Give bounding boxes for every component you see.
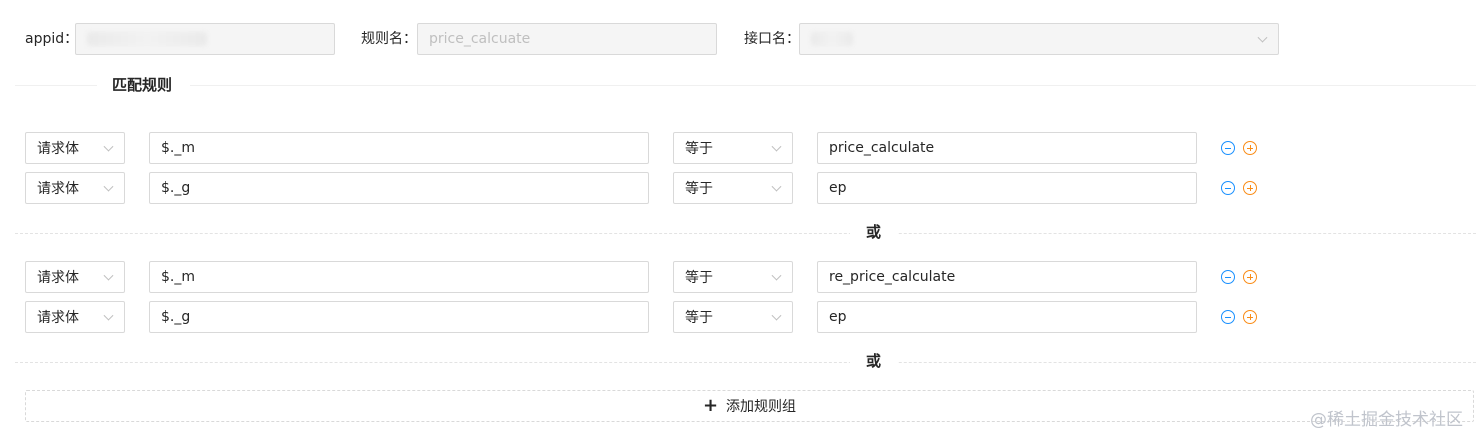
value-input-value: re_price_calculate bbox=[829, 269, 956, 285]
section-divider-left bbox=[15, 85, 97, 86]
remove-row-icon[interactable] bbox=[1221, 141, 1235, 155]
remove-row-icon[interactable] bbox=[1221, 310, 1235, 324]
operator-select-value: 等于 bbox=[685, 310, 713, 326]
source-select[interactable]: 请求体 bbox=[25, 172, 125, 204]
remove-row-icon[interactable] bbox=[1221, 181, 1235, 195]
plus-icon: + bbox=[702, 395, 719, 416]
or-divider bbox=[15, 362, 1476, 363]
or-divider bbox=[15, 233, 1476, 234]
source-select-value: 请求体 bbox=[37, 181, 79, 197]
source-select[interactable]: 请求体 bbox=[25, 301, 125, 333]
operator-select[interactable]: 等于 bbox=[673, 132, 793, 164]
or-label: 或 bbox=[850, 352, 898, 370]
section-title: 匹配规则 bbox=[112, 76, 173, 94]
source-select[interactable]: 请求体 bbox=[25, 261, 125, 293]
add-row-icon[interactable] bbox=[1243, 310, 1257, 324]
api-name-select[interactable] bbox=[799, 23, 1279, 55]
operator-select-value: 等于 bbox=[685, 181, 713, 197]
operator-select[interactable]: 等于 bbox=[673, 261, 793, 293]
source-select[interactable]: 请求体 bbox=[25, 132, 125, 164]
add-rule-group-label: 添加规则组 bbox=[726, 399, 797, 415]
path-input-value: $._g bbox=[161, 180, 191, 196]
appid-input[interactable] bbox=[75, 23, 335, 55]
path-input[interactable]: $._m bbox=[149, 261, 649, 293]
path-input-value: $._m bbox=[161, 140, 195, 156]
value-input[interactable]: ep bbox=[817, 301, 1197, 333]
source-select-value: 请求体 bbox=[37, 141, 79, 157]
value-input[interactable]: ep bbox=[817, 172, 1197, 204]
appid-label: appid： bbox=[25, 31, 79, 47]
chevron-down-icon bbox=[103, 181, 114, 192]
operator-select-value: 等于 bbox=[685, 141, 713, 157]
or-separator: 或 bbox=[850, 222, 898, 242]
path-input[interactable]: $._m bbox=[149, 132, 649, 164]
source-select-value: 请求体 bbox=[37, 270, 79, 286]
remove-row-icon[interactable] bbox=[1221, 270, 1235, 284]
operator-select[interactable]: 等于 bbox=[673, 172, 793, 204]
chevron-down-icon bbox=[771, 181, 782, 192]
rule-name-label: 规则名： bbox=[361, 31, 417, 47]
chevron-down-icon bbox=[771, 141, 782, 152]
rule-name-value: price_calcuate bbox=[429, 31, 531, 47]
watermark: @稀土掘金技术社区 bbox=[1310, 410, 1463, 430]
value-input[interactable]: price_calculate bbox=[817, 132, 1197, 164]
or-separator: 或 bbox=[850, 351, 898, 371]
path-input-value: $._g bbox=[161, 309, 191, 325]
value-input[interactable]: re_price_calculate bbox=[817, 261, 1197, 293]
chevron-down-icon bbox=[1257, 32, 1268, 43]
api-name-redacted-value bbox=[811, 32, 853, 46]
add-row-icon[interactable] bbox=[1243, 141, 1257, 155]
path-input[interactable]: $._g bbox=[149, 301, 649, 333]
add-rule-group-button[interactable]: + 添加规则组 bbox=[25, 390, 1474, 422]
section-divider-right bbox=[190, 85, 1476, 86]
appid-redacted-value bbox=[87, 32, 207, 46]
add-row-icon[interactable] bbox=[1243, 270, 1257, 284]
chevron-down-icon bbox=[771, 270, 782, 281]
add-row-icon[interactable] bbox=[1243, 181, 1257, 195]
path-input-value: $._m bbox=[161, 269, 195, 285]
path-input[interactable]: $._g bbox=[149, 172, 649, 204]
chevron-down-icon bbox=[103, 310, 114, 321]
value-input-value: ep bbox=[829, 180, 847, 196]
chevron-down-icon bbox=[103, 141, 114, 152]
operator-select[interactable]: 等于 bbox=[673, 301, 793, 333]
rule-name-input[interactable]: price_calcuate bbox=[417, 23, 717, 55]
value-input-value: price_calculate bbox=[829, 140, 935, 156]
chevron-down-icon bbox=[103, 270, 114, 281]
chevron-down-icon bbox=[771, 310, 782, 321]
value-input-value: ep bbox=[829, 309, 847, 325]
api-name-label: 接口名： bbox=[744, 31, 800, 47]
source-select-value: 请求体 bbox=[37, 310, 79, 326]
or-label: 或 bbox=[850, 223, 898, 241]
operator-select-value: 等于 bbox=[685, 270, 713, 286]
